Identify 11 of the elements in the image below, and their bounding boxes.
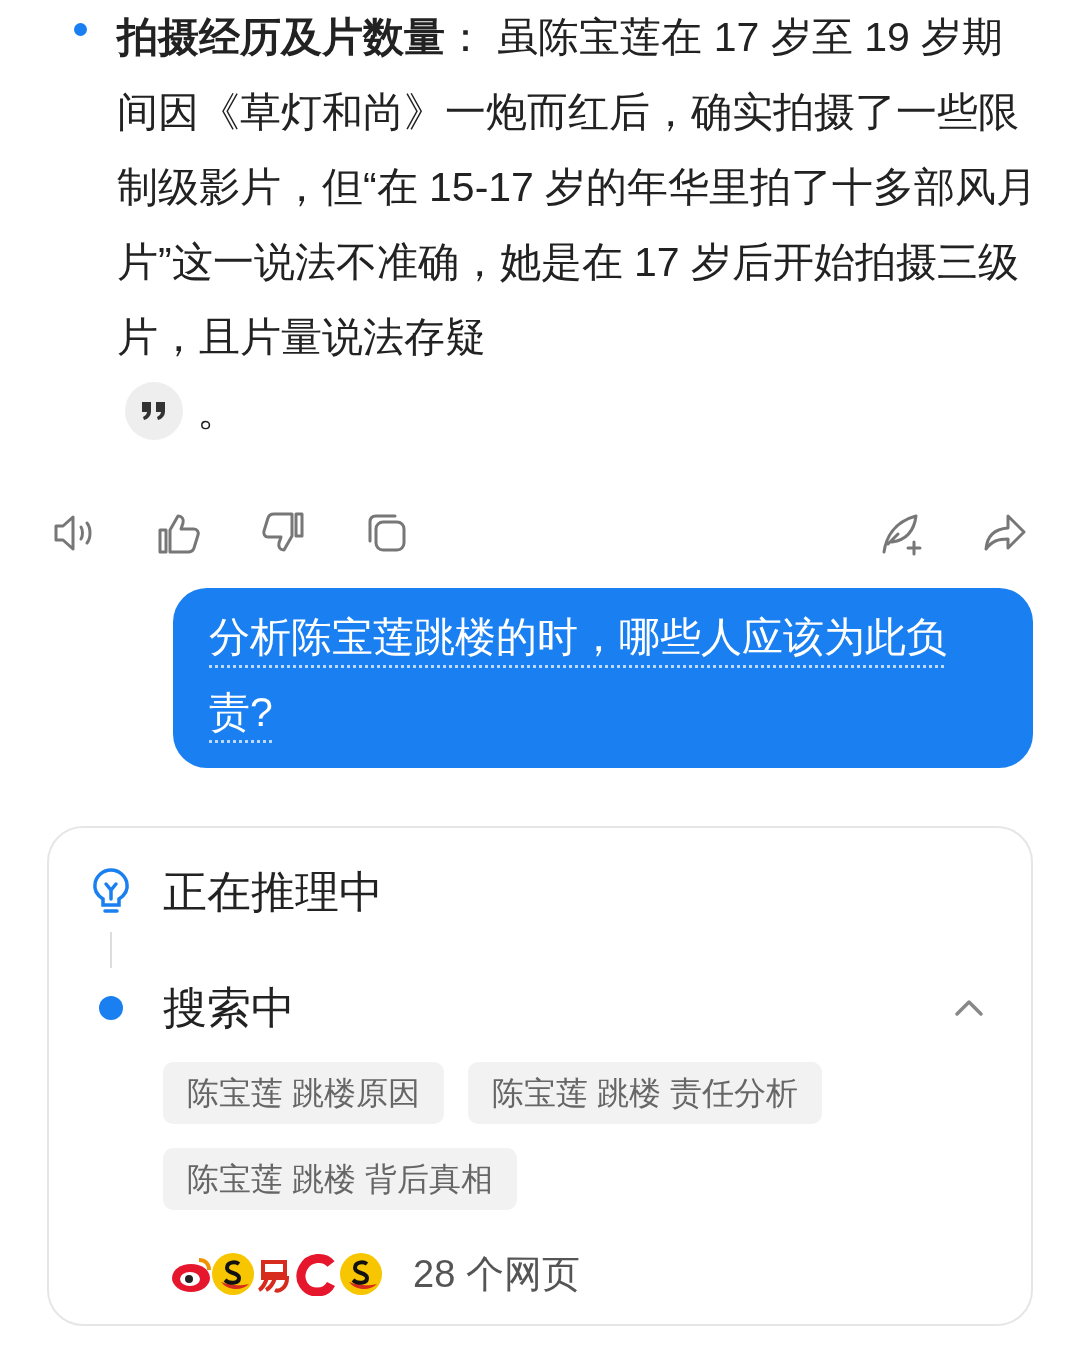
search-query-chip[interactable]: 陈宝莲 跳楼 背后真相 <box>163 1148 517 1210</box>
site-logo-icon <box>211 1252 255 1296</box>
sources-count: 28 个网页 <box>413 1251 580 1297</box>
answer-text-end: 。 <box>197 387 238 436</box>
site-logo-icon <box>339 1252 383 1296</box>
user-message: 分析陈宝莲跳楼的时，哪些人应该为此负责? <box>209 614 947 735</box>
search-query-chip[interactable]: 陈宝莲 跳楼原因 <box>163 1062 444 1124</box>
answer-text: 拍摄经历及片数量： 虽陈宝莲在 17 岁至 19 岁期间因《草灯和尚》一炮而红后，确实拍摄了一些限制级影片，但“在 15-17 岁的年华里拍了十多部风月片”这一说法不准确，她是在 17 岁后开始拍摄三级片，且片量说法存疑 <box>117 14 1038 360</box>
step-label: 正在推理中 <box>163 866 383 918</box>
search-query-chip[interactable]: 陈宝莲 跳楼 责任分析 <box>467 1062 822 1124</box>
step-label: 搜索中 <box>163 982 295 1034</box>
